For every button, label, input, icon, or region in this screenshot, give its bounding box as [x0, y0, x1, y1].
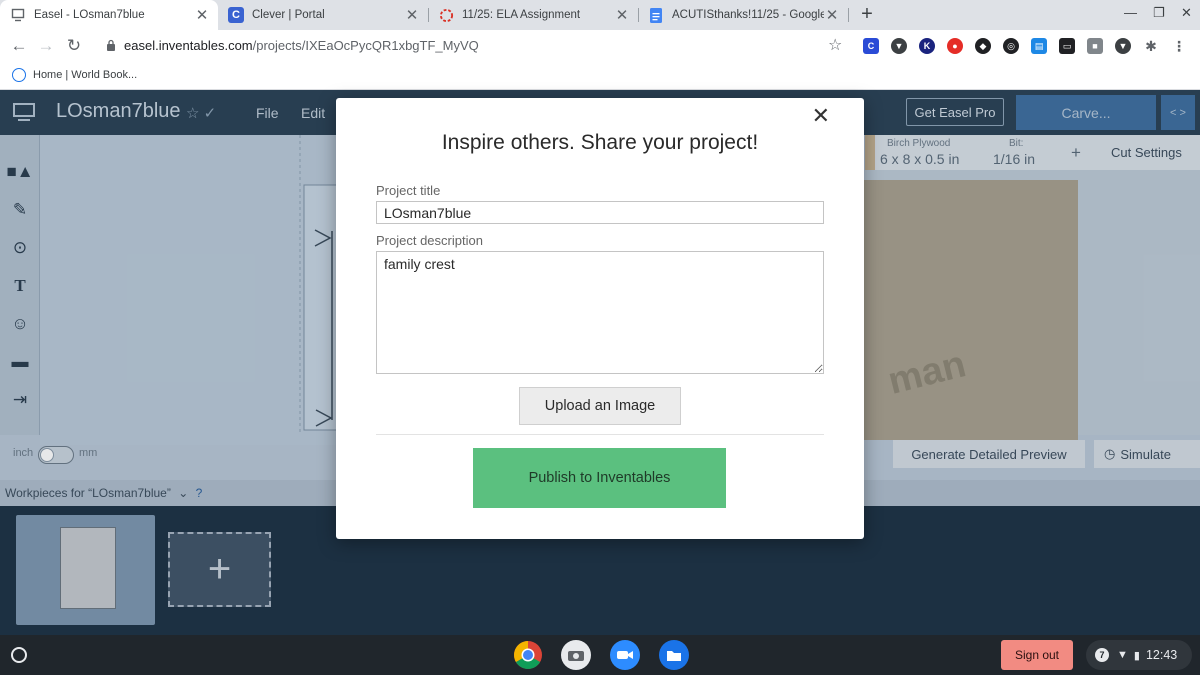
chrome-app-icon[interactable] [513, 640, 543, 670]
monitor-extension-icon[interactable]: ▭ [1059, 38, 1075, 54]
publish-button[interactable]: Publish to Inventables [473, 448, 726, 508]
launcher-icon[interactable] [11, 647, 27, 663]
dialog-heading: Inspire others. Share your project! [441, 131, 759, 154]
browser-toolbar: ← → ↻ easel.inventables.com/projects/IXE… [0, 30, 1200, 62]
status-tray[interactable]: 7 ▼ ▮ 12:43 [1086, 640, 1192, 670]
url-path: /projects/IXEaOcPycQR1xbgTF_MyVQ [252, 38, 479, 53]
wifi-icon: ▼ [1117, 649, 1128, 661]
grey-extension-icon[interactable]: ■ [1087, 38, 1103, 54]
google-docs-favicon [648, 7, 664, 23]
clever-extension-icon[interactable]: C [863, 38, 879, 54]
back-icon[interactable]: ← [9, 36, 29, 56]
globe-icon [12, 68, 26, 82]
upload-image-button[interactable]: Upload an Image [519, 387, 681, 425]
close-icon[interactable]: ✕ [812, 103, 830, 129]
easel-favicon [10, 7, 26, 23]
lock-icon [107, 39, 115, 51]
url-host: easel.inventables.com [124, 38, 253, 53]
close-window-icon[interactable]: ✕ [1181, 5, 1192, 21]
k-extension-icon[interactable]: K [919, 38, 935, 54]
tab-ela-assignment[interactable]: 11/25: ELA Assignment ✕ [428, 0, 638, 30]
new-tab-button[interactable]: + [857, 3, 877, 26]
ring-extension-icon[interactable]: ◎ [1003, 38, 1019, 54]
restore-icon[interactable]: ❐ [1153, 5, 1165, 21]
clever-favicon: C [228, 7, 244, 23]
bookmark-world-book[interactable]: Home | World Book... [12, 68, 137, 82]
os-shelf: Sign out 7 ▼ ▮ 12:43 [0, 635, 1200, 675]
tab-title: ACUTISthanks!11/25 - Google D [672, 9, 824, 21]
tab-easel[interactable]: Easel - LOsman7blue ✕ [0, 0, 218, 30]
shield-extension-icon-2[interactable]: ▼ [1115, 38, 1131, 54]
tab-title: Clever | Portal [252, 9, 325, 21]
browser-tab-strip: Easel - LOsman7blue ✕ C Clever | Portal … [0, 0, 1200, 30]
bookmark-star-icon[interactable]: ☆ [828, 35, 842, 55]
notification-badge: 7 [1095, 648, 1109, 662]
forward-icon[interactable]: → [36, 36, 56, 56]
dialog-divider [376, 434, 824, 435]
reload-icon[interactable]: ↻ [64, 36, 84, 56]
tab-google-docs[interactable]: ACUTISthanks!11/25 - Google D ✕ [638, 0, 848, 30]
bookmarks-bar: Home | World Book... [0, 62, 1200, 90]
close-tab-icon[interactable]: ✕ [614, 6, 630, 24]
close-tab-icon[interactable]: ✕ [824, 6, 840, 24]
project-description-label: Project description [376, 233, 483, 248]
zoom-app-icon[interactable] [610, 640, 640, 670]
blue-extension-icon[interactable]: ▤ [1031, 38, 1047, 54]
camera-app-icon[interactable] [561, 640, 591, 670]
extensions-puzzle-icon[interactable]: ✱ [1143, 38, 1159, 54]
project-description-textarea[interactable]: family crest [376, 251, 824, 374]
files-app-icon[interactable] [659, 640, 689, 670]
close-tab-icon[interactable]: ✕ [194, 6, 210, 24]
project-title-label: Project title [376, 183, 441, 198]
close-tab-icon[interactable]: ✕ [404, 6, 420, 24]
dark-extension-icon[interactable]: ◆ [975, 38, 991, 54]
menu-kebab-icon[interactable]: ⋮ [1171, 38, 1187, 54]
address-bar[interactable]: easel.inventables.com/projects/IXEaOcPyc… [124, 38, 479, 53]
share-project-dialog: ✕ Inspire others. Share your project! Pr… [336, 98, 864, 539]
battery-icon: ▮ [1133, 649, 1140, 662]
tab-title: Easel - LOsman7blue [34, 9, 145, 21]
minimize-icon[interactable]: — [1124, 5, 1137, 20]
tab-divider [848, 8, 849, 22]
tab-clever[interactable]: C Clever | Portal ✕ [218, 0, 428, 30]
tab-title: 11/25: ELA Assignment [462, 9, 581, 21]
clock-time: 12:43 [1145, 648, 1178, 662]
red-extension-icon[interactable]: ● [947, 38, 963, 54]
bookmark-label: Home | World Book... [33, 69, 138, 81]
shield-extension-icon[interactable]: ▼ [891, 38, 907, 54]
project-title-input[interactable] [376, 201, 824, 224]
sign-out-button[interactable]: Sign out [1001, 640, 1073, 670]
loading-spinner-icon [438, 7, 454, 23]
